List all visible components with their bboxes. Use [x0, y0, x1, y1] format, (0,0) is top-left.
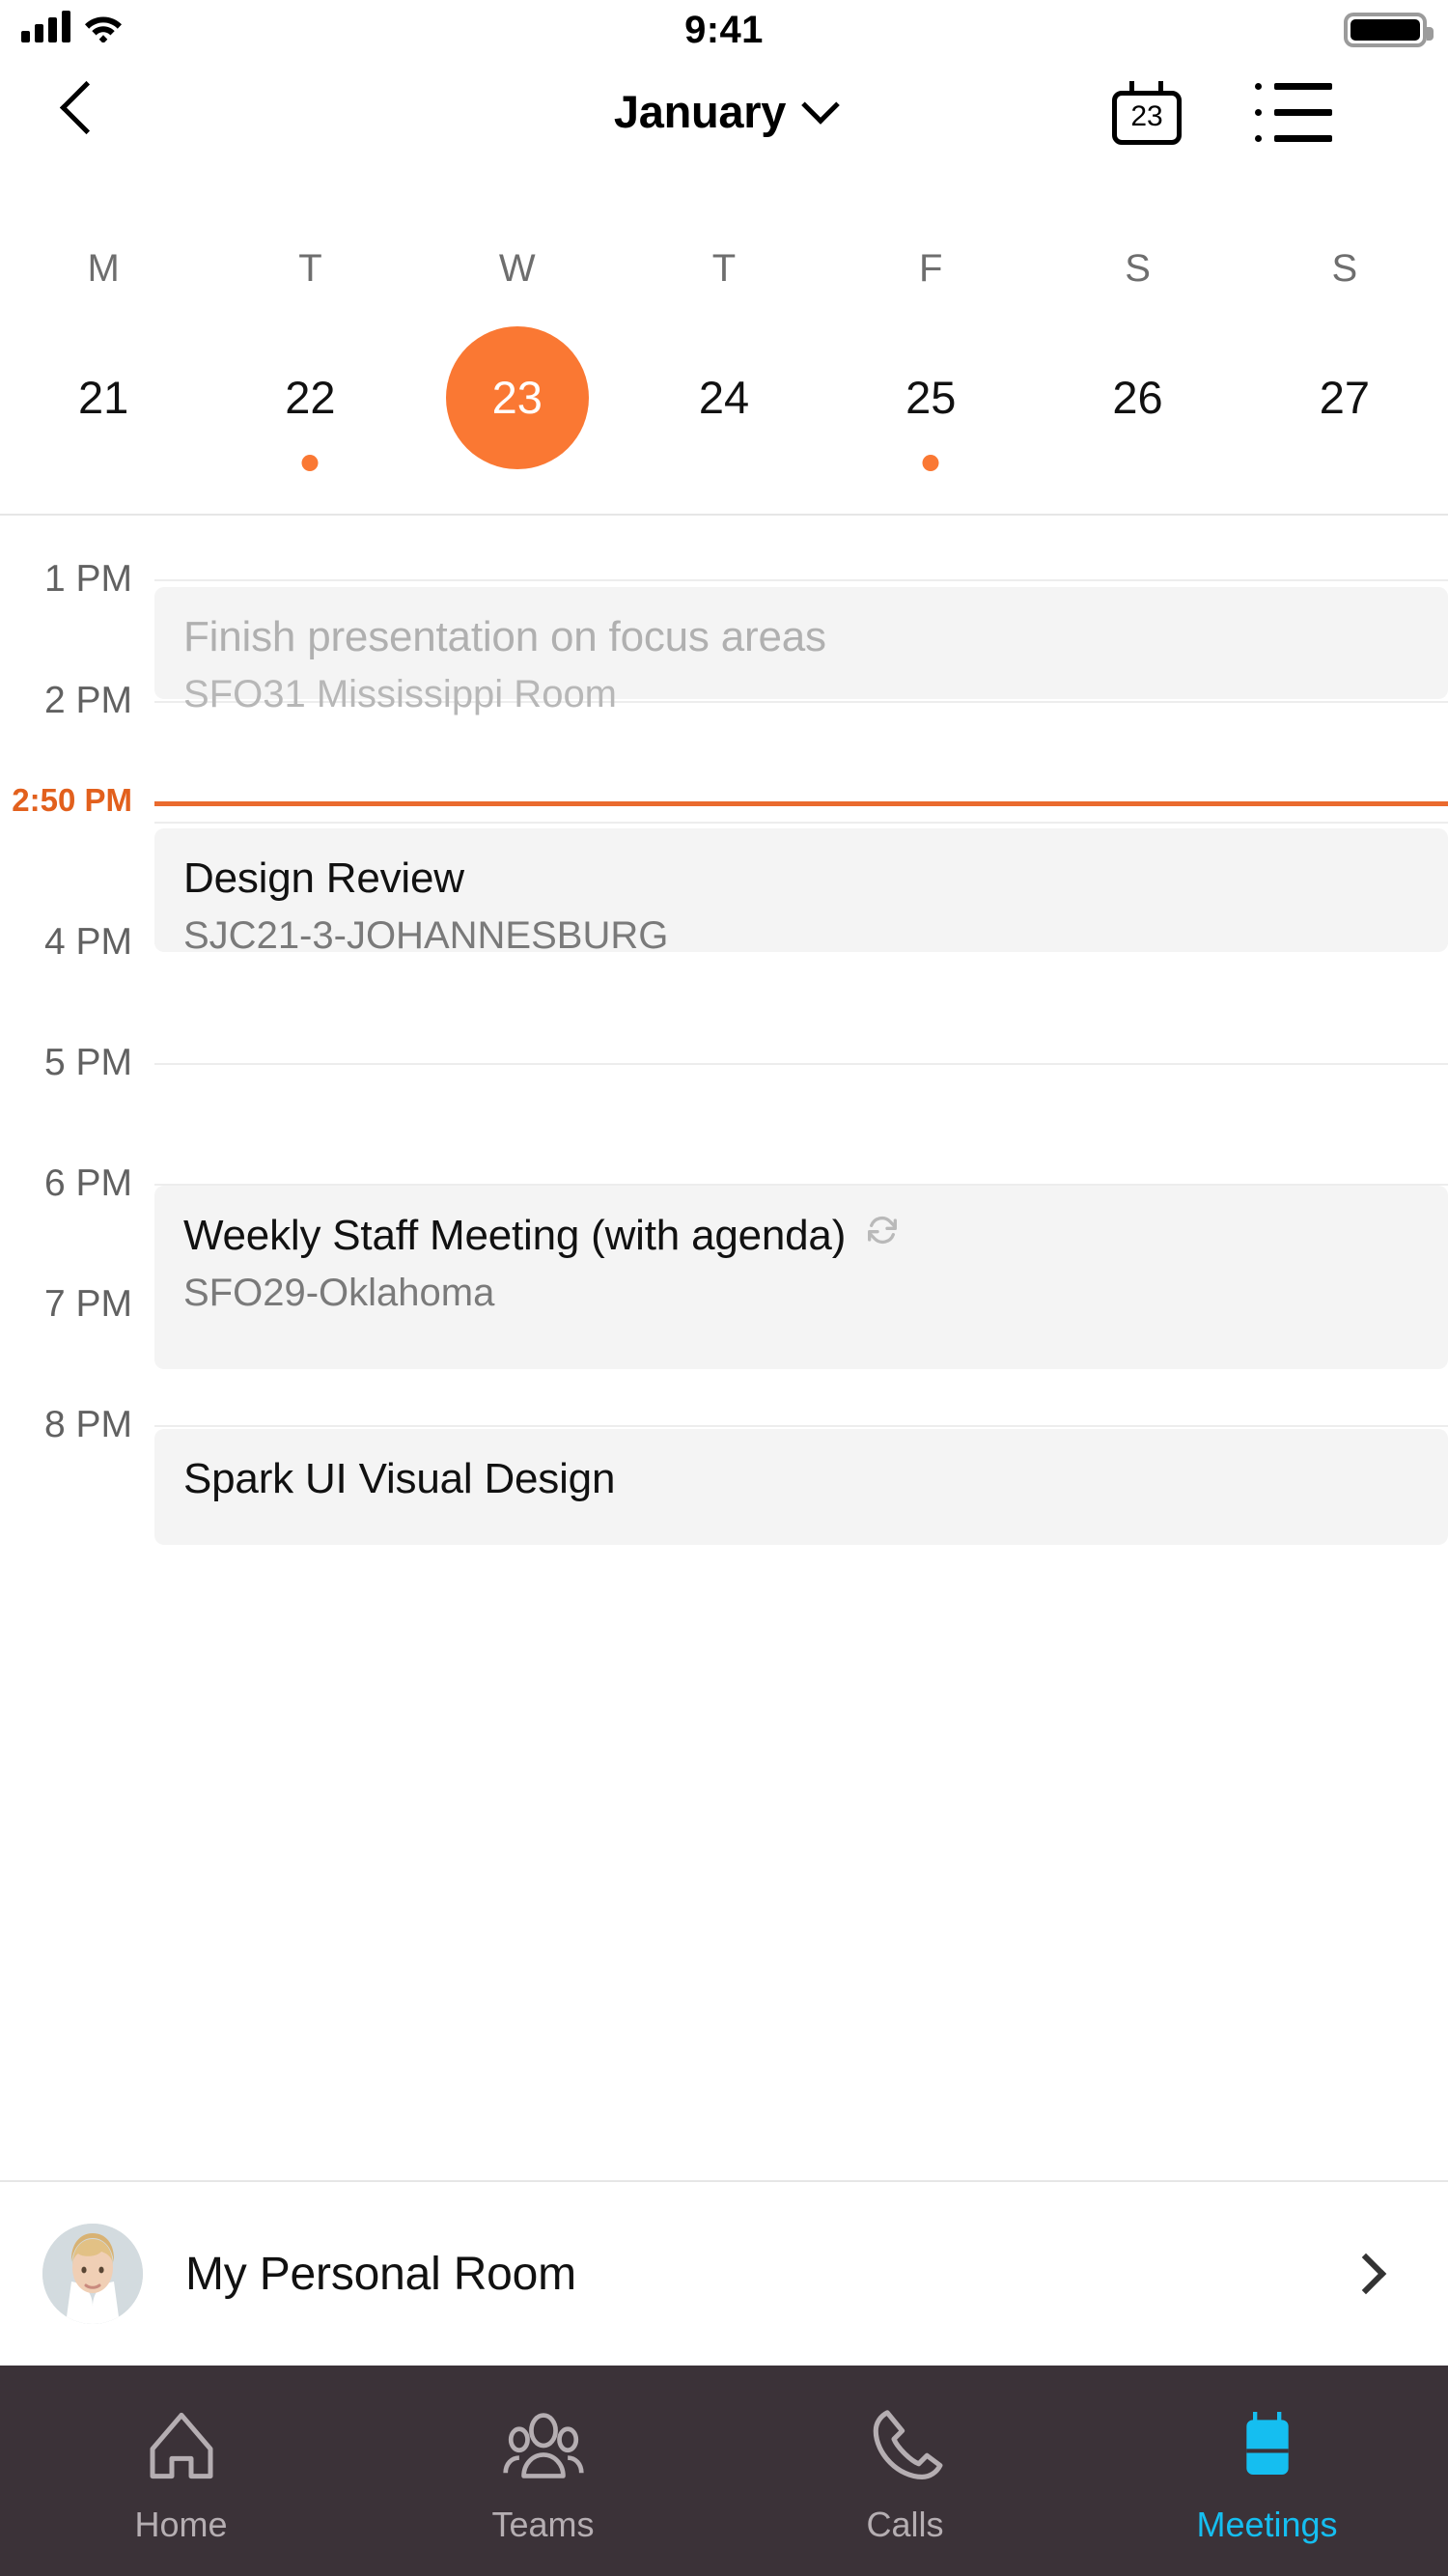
agenda-list-icon[interactable] [1255, 81, 1332, 145]
current-time-label: 2:50 PM [12, 782, 132, 818]
hour-label: 4 PM [43, 921, 132, 963]
day-number: 21 [78, 372, 129, 423]
personal-room-label: My Personal Room [185, 2248, 576, 2300]
day-number-cell[interactable]: 26 [1067, 326, 1210, 469]
tab-label: Teams [491, 2505, 595, 2544]
week-day-27[interactable]: S 27 [1241, 239, 1448, 469]
week-strip: M 21 T 22 W 23 T 24 F 25 S 26 S 27 [0, 239, 1448, 516]
meetings-icon [1223, 2404, 1312, 2487]
event-indicator-dot [922, 455, 939, 471]
day-number-cell[interactable]: 22 [238, 326, 381, 471]
week-day-21[interactable]: M 21 [0, 239, 207, 469]
weekday-letter: T [711, 247, 737, 290]
event-title: Design Review [183, 854, 1419, 904]
battery-full-icon [1344, 13, 1434, 47]
recurring-icon [863, 1211, 902, 1261]
weekday-letter: S [1331, 247, 1358, 290]
tab-label: Home [134, 2505, 228, 2544]
tab-label: Calls [866, 2505, 944, 2544]
status-bar: 9:41 [0, 0, 1448, 60]
week-day-23[interactable]: W 23 [414, 239, 621, 469]
hour-label: 6 PM [43, 1162, 132, 1204]
tab-meetings[interactable]: Meetings [1086, 2366, 1448, 2576]
event-location: SFO31 Mississippi Room [183, 673, 618, 715]
calendar-event[interactable]: Spark UI Visual Design [154, 1429, 1448, 1545]
personal-room-bar[interactable]: My Personal Room [0, 2180, 1448, 2366]
day-agenda[interactable]: 1 PM 2 PM 4 PM 5 PM 6 PM 7 PM 8 PM Finish prese… [0, 518, 1448, 2180]
phone-icon [861, 2404, 950, 2487]
day-number: 26 [1112, 372, 1163, 423]
week-day-26[interactable]: S 26 [1034, 239, 1240, 469]
hour-label: 8 PM [43, 1404, 132, 1445]
day-number: 25 [905, 372, 957, 423]
teams-icon [499, 2404, 588, 2487]
chevron-down-icon [801, 85, 840, 125]
tab-home[interactable]: Home [0, 2366, 362, 2576]
day-number: 23 [491, 372, 543, 423]
hour-gridline [154, 822, 1448, 824]
event-title: Finish presentation on focus areas [183, 612, 1419, 662]
hour-gridline [154, 1063, 1448, 1065]
weekday-letter: T [298, 247, 322, 290]
week-day-24[interactable]: T 24 [621, 239, 827, 469]
weekday-letter: F [919, 247, 943, 290]
hour-label: 2 PM [43, 680, 132, 721]
calendar-today-icon-day: 23 [1130, 100, 1163, 132]
selected-day-circle[interactable]: 23 [445, 326, 589, 469]
weekday-letter: W [498, 247, 536, 290]
day-number-cell[interactable]: 21 [32, 326, 175, 469]
day-number: 22 [285, 372, 336, 423]
event-title-text: Finish presentation on focus areas [183, 613, 826, 660]
day-number-cell[interactable]: 27 [1273, 326, 1416, 469]
hour-gridline [154, 1425, 1448, 1427]
weekday-letter: M [87, 247, 120, 290]
event-indicator-dot [301, 455, 319, 471]
calendar-event[interactable]: Weekly Staff Meeting (with agenda) SFO29-… [154, 1186, 1448, 1369]
day-number: 27 [1319, 372, 1370, 423]
home-icon [137, 2404, 226, 2487]
event-location: SJC21-3-JOHANNESBURG [183, 914, 669, 957]
hour-label: 5 PM [43, 1042, 132, 1083]
chevron-right-icon[interactable] [1345, 2253, 1387, 2295]
weekday-letter: S [1125, 247, 1151, 290]
event-title: Weekly Staff Meeting (with agenda) [183, 1211, 1419, 1261]
tab-teams[interactable]: Teams [362, 2366, 724, 2576]
nav-bar: January 23 [0, 60, 1448, 166]
calendar-event[interactable]: Design Review SJC21-3-JOHANNESBURG [154, 828, 1448, 957]
week-day-25[interactable]: F 25 [827, 239, 1034, 471]
day-number-cell[interactable]: 24 [653, 326, 795, 469]
month-selector[interactable]: January [0, 85, 1448, 138]
current-time-line [154, 801, 1448, 806]
event-title-text: Design Review [183, 854, 464, 902]
event-title: Spark UI Visual Design [183, 1454, 1419, 1504]
tab-calls[interactable]: Calls [724, 2366, 1086, 2576]
user-avatar [42, 2224, 143, 2324]
status-bar-time: 9:41 [684, 9, 764, 51]
calendar-event[interactable]: Finish presentation on focus areas SFO31 … [154, 587, 1448, 715]
week-day-22[interactable]: T 22 [207, 239, 413, 471]
event-location: SFO29-Oklahoma [183, 1272, 495, 1314]
hour-gridline [154, 579, 1448, 581]
app-screen: 9:41 January 23 M 21 T 22 W 23 T 24 F 25 S 26 S 27 1 … [0, 0, 1448, 2576]
day-number: 24 [698, 372, 750, 423]
event-title-text: Spark UI Visual Design [183, 1455, 616, 1502]
hour-label: 7 PM [43, 1283, 132, 1325]
day-number-cell[interactable]: 25 [859, 326, 1002, 471]
bottom-tab-bar: Home Teams Calls Meetings [0, 2366, 1448, 2576]
tab-label: Meetings [1196, 2505, 1338, 2544]
calendar-today-icon[interactable]: 23 [1112, 81, 1182, 145]
event-title-text: Weekly Staff Meeting (with agenda) [183, 1212, 847, 1259]
page-title: January [613, 86, 787, 137]
hour-label: 1 PM [43, 558, 132, 600]
